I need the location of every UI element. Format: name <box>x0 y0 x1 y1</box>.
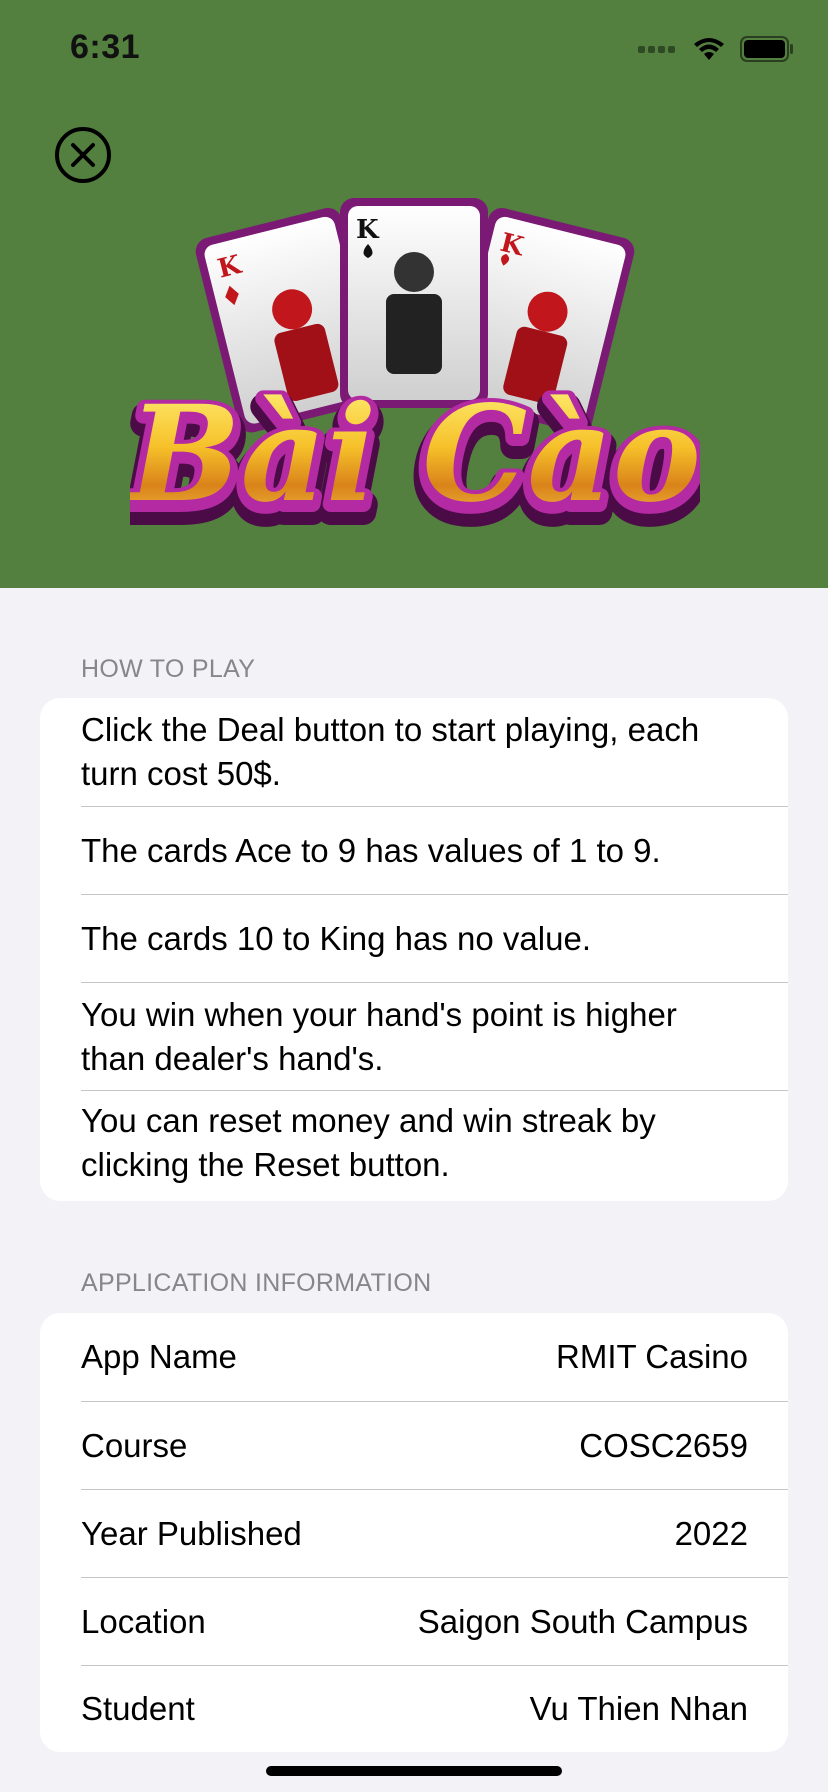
how-to-play-list: Click the Deal button to start playing, … <box>40 698 788 1201</box>
status-icons <box>638 36 794 62</box>
how-to-play-header: HOW TO PLAY <box>81 655 256 683</box>
wifi-icon <box>694 38 724 60</box>
how-to-play-item: The cards 10 to King has no value. <box>81 919 591 957</box>
how-to-play-item: The cards Ace to 9 has values of 1 to 9. <box>81 831 661 869</box>
cellular-signal-icon <box>638 46 675 53</box>
how-to-play-item: You win when your hand's point is higher… <box>81 995 677 1077</box>
app-info-header: APPLICATION INFORMATION <box>81 1269 432 1297</box>
how-to-play-item: You can reset money and win streak by cl… <box>81 1102 656 1183</box>
home-indicator[interactable] <box>266 1766 562 1776</box>
bai-cao-logo: K K K Bài Cào Bài Cào Bài Cào <box>130 198 700 557</box>
app-info-row-student: Student Vu Thien Nhan <box>81 1690 748 1727</box>
logo-title: Bài Cào <box>130 377 700 532</box>
app-info-row-app-name: App Name RMIT Casino <box>81 1338 748 1375</box>
app-info-row-course: Course COSC2659 <box>81 1426 748 1464</box>
hero-banner: 6:31 K K K Bài Cào Bài Cào Bài Cào <box>0 0 828 588</box>
app-info-row-location: Location Saigon South Campus <box>81 1602 748 1640</box>
battery-icon <box>740 36 793 62</box>
card-rank-center: K <box>356 215 380 245</box>
status-time: 6:31 <box>70 28 141 66</box>
app-info-list: App Name RMIT Casino Course COSC2659 Yea… <box>40 1313 788 1752</box>
close-icon[interactable] <box>54 126 112 184</box>
how-to-play-item: Click the Deal button to start playing, … <box>81 711 700 792</box>
app-info-row-year: Year Published 2022 <box>81 1514 748 1552</box>
